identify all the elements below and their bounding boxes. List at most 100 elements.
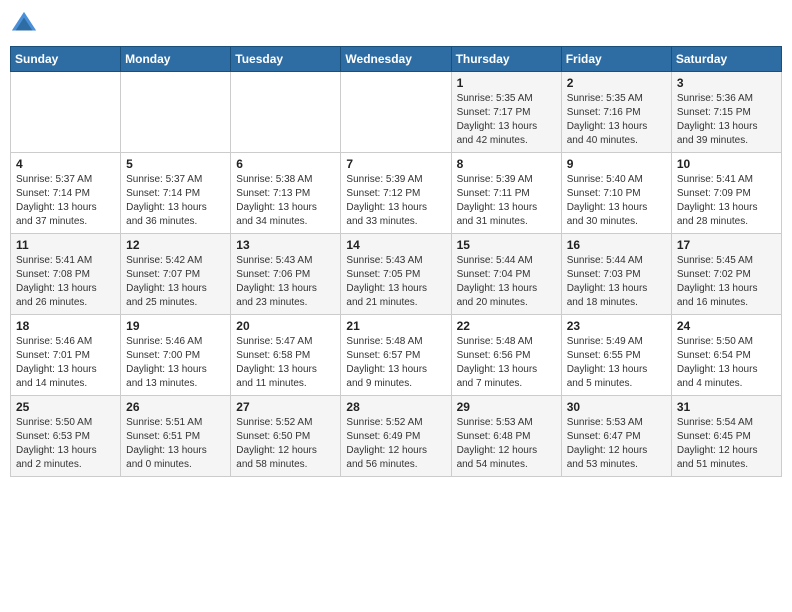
day-info: Sunrise: 5:51 AM Sunset: 6:51 PM Dayligh…: [126, 416, 225, 472]
calendar-cell: 8 Sunrise: 5:39 AM Sunset: 7:11 PM Daylig…: [451, 153, 561, 234]
day-number: 30: [567, 400, 666, 414]
day-info: Sunrise: 5:39 AM Sunset: 7:11 PM Dayligh…: [457, 173, 556, 229]
day-info: Sunrise: 5:37 AM Sunset: 7:14 PM Dayligh…: [126, 173, 225, 229]
day-info: Sunrise: 5:40 AM Sunset: 7:10 PM Dayligh…: [567, 173, 666, 229]
weekday-header-friday: Friday: [561, 47, 671, 72]
calendar-cell: 26Sunrise: 5:51 AM Sunset: 6:51 PM Dayli…: [121, 396, 231, 477]
day-number: 12: [126, 238, 225, 252]
day-info: Sunrise: 5:43 AM Sunset: 7:05 PM Dayligh…: [346, 254, 445, 310]
day-info: Sunrise: 5:41 AM Sunset: 7:09 PM Dayligh…: [677, 173, 776, 229]
calendar-body: 1 Sunrise: 5:35 AM Sunset: 7:17 PM Daylig…: [11, 72, 782, 477]
day-info: Sunrise: 5:49 AM Sunset: 6:55 PM Dayligh…: [567, 335, 666, 391]
calendar-cell: 31 Sunrise: 5:54 AM Sunset: 6:45 PM Dayli…: [671, 396, 781, 477]
day-number: 28: [346, 400, 445, 414]
day-info: Sunrise: 5:48 AM Sunset: 6:57 PM Dayligh…: [346, 335, 445, 391]
calendar-cell: 30 Sunrise: 5:53 AM Sunset: 6:47 PM Dayli…: [561, 396, 671, 477]
day-info: Sunrise: 5:46 AM Sunset: 7:01 PM Dayligh…: [16, 335, 115, 391]
calendar-week-row: 4 Sunrise: 5:37 AM Sunset: 7:14 PM Daylig…: [11, 153, 782, 234]
calendar-cell: 22Sunrise: 5:48 AM Sunset: 6:56 PM Dayli…: [451, 315, 561, 396]
calendar-cell: 23 Sunrise: 5:49 AM Sunset: 6:55 PM Dayli…: [561, 315, 671, 396]
calendar-cell: 15Sunrise: 5:44 AM Sunset: 7:04 PM Dayli…: [451, 234, 561, 315]
day-number: 11: [16, 238, 115, 252]
day-info: Sunrise: 5:47 AM Sunset: 6:58 PM Dayligh…: [236, 335, 335, 391]
day-info: Sunrise: 5:44 AM Sunset: 7:03 PM Dayligh…: [567, 254, 666, 310]
logo: [10, 10, 42, 38]
day-number: 25: [16, 400, 115, 414]
weekday-header-monday: Monday: [121, 47, 231, 72]
calendar-cell: 24Sunrise: 5:50 AM Sunset: 6:54 PM Dayli…: [671, 315, 781, 396]
calendar-cell: 21 Sunrise: 5:48 AM Sunset: 6:57 PM Dayli…: [341, 315, 451, 396]
day-number: 5: [126, 157, 225, 171]
calendar-cell: 6Sunrise: 5:38 AM Sunset: 7:13 PM Daylig…: [231, 153, 341, 234]
day-number: 13: [236, 238, 335, 252]
day-number: 4: [16, 157, 115, 171]
weekday-header-row: SundayMondayTuesdayWednesdayThursdayFrid…: [11, 47, 782, 72]
calendar-cell: [341, 72, 451, 153]
day-number: 10: [677, 157, 776, 171]
weekday-header-thursday: Thursday: [451, 47, 561, 72]
day-number: 31: [677, 400, 776, 414]
calendar-cell: 16 Sunrise: 5:44 AM Sunset: 7:03 PM Dayli…: [561, 234, 671, 315]
day-info: Sunrise: 5:52 AM Sunset: 6:50 PM Dayligh…: [236, 416, 335, 472]
day-info: Sunrise: 5:42 AM Sunset: 7:07 PM Dayligh…: [126, 254, 225, 310]
day-number: 18: [16, 319, 115, 333]
day-info: Sunrise: 5:38 AM Sunset: 7:13 PM Dayligh…: [236, 173, 335, 229]
calendar-header: SundayMondayTuesdayWednesdayThursdayFrid…: [11, 47, 782, 72]
day-number: 14: [346, 238, 445, 252]
calendar-cell: 1 Sunrise: 5:35 AM Sunset: 7:17 PM Daylig…: [451, 72, 561, 153]
day-number: 23: [567, 319, 666, 333]
calendar-cell: 7Sunrise: 5:39 AM Sunset: 7:12 PM Daylig…: [341, 153, 451, 234]
day-number: 1: [457, 76, 556, 90]
day-number: 27: [236, 400, 335, 414]
day-number: 20: [236, 319, 335, 333]
calendar-cell: 17 Sunrise: 5:45 AM Sunset: 7:02 PM Dayli…: [671, 234, 781, 315]
weekday-header-wednesday: Wednesday: [341, 47, 451, 72]
day-info: Sunrise: 5:50 AM Sunset: 6:53 PM Dayligh…: [16, 416, 115, 472]
calendar-cell: 3Sunrise: 5:36 AM Sunset: 7:15 PM Daylig…: [671, 72, 781, 153]
day-number: 17: [677, 238, 776, 252]
day-number: 24: [677, 319, 776, 333]
calendar-week-row: 11 Sunrise: 5:41 AM Sunset: 7:08 PM Dayli…: [11, 234, 782, 315]
calendar-cell: 12 Sunrise: 5:42 AM Sunset: 7:07 PM Dayli…: [121, 234, 231, 315]
day-info: Sunrise: 5:54 AM Sunset: 6:45 PM Dayligh…: [677, 416, 776, 472]
calendar-cell: [11, 72, 121, 153]
day-number: 16: [567, 238, 666, 252]
calendar-cell: 18 Sunrise: 5:46 AM Sunset: 7:01 PM Dayli…: [11, 315, 121, 396]
weekday-header-sunday: Sunday: [11, 47, 121, 72]
day-info: Sunrise: 5:46 AM Sunset: 7:00 PM Dayligh…: [126, 335, 225, 391]
calendar-cell: 20 Sunrise: 5:47 AM Sunset: 6:58 PM Dayli…: [231, 315, 341, 396]
day-info: Sunrise: 5:43 AM Sunset: 7:06 PM Dayligh…: [236, 254, 335, 310]
calendar-cell: 19 Sunrise: 5:46 AM Sunset: 7:00 PM Dayli…: [121, 315, 231, 396]
day-number: 2: [567, 76, 666, 90]
calendar-cell: 14 Sunrise: 5:43 AM Sunset: 7:05 PM Dayli…: [341, 234, 451, 315]
day-info: Sunrise: 5:35 AM Sunset: 7:17 PM Dayligh…: [457, 92, 556, 148]
weekday-header-saturday: Saturday: [671, 47, 781, 72]
day-info: Sunrise: 5:35 AM Sunset: 7:16 PM Dayligh…: [567, 92, 666, 148]
calendar-cell: [231, 72, 341, 153]
day-info: Sunrise: 5:53 AM Sunset: 6:48 PM Dayligh…: [457, 416, 556, 472]
day-info: Sunrise: 5:52 AM Sunset: 6:49 PM Dayligh…: [346, 416, 445, 472]
day-number: 9: [567, 157, 666, 171]
weekday-header-tuesday: Tuesday: [231, 47, 341, 72]
calendar-week-row: 25 Sunrise: 5:50 AM Sunset: 6:53 PM Dayli…: [11, 396, 782, 477]
day-number: 19: [126, 319, 225, 333]
calendar-cell: 4Sunrise: 5:37 AM Sunset: 7:14 PM Daylig…: [11, 153, 121, 234]
day-number: 21: [346, 319, 445, 333]
calendar-week-row: 1 Sunrise: 5:35 AM Sunset: 7:17 PM Daylig…: [11, 72, 782, 153]
calendar-cell: 13 Sunrise: 5:43 AM Sunset: 7:06 PM Dayli…: [231, 234, 341, 315]
day-info: Sunrise: 5:41 AM Sunset: 7:08 PM Dayligh…: [16, 254, 115, 310]
day-number: 8: [457, 157, 556, 171]
calendar-cell: 10 Sunrise: 5:41 AM Sunset: 7:09 PM Dayli…: [671, 153, 781, 234]
calendar-cell: 9 Sunrise: 5:40 AM Sunset: 7:10 PM Daylig…: [561, 153, 671, 234]
logo-icon: [10, 10, 38, 38]
day-number: 3: [677, 76, 776, 90]
calendar-week-row: 18 Sunrise: 5:46 AM Sunset: 7:01 PM Dayli…: [11, 315, 782, 396]
day-info: Sunrise: 5:45 AM Sunset: 7:02 PM Dayligh…: [677, 254, 776, 310]
page-header: [10, 10, 782, 38]
calendar-cell: [121, 72, 231, 153]
calendar-cell: 5 Sunrise: 5:37 AM Sunset: 7:14 PM Daylig…: [121, 153, 231, 234]
calendar-cell: 25 Sunrise: 5:50 AM Sunset: 6:53 PM Dayli…: [11, 396, 121, 477]
calendar-cell: 2 Sunrise: 5:35 AM Sunset: 7:16 PM Daylig…: [561, 72, 671, 153]
day-number: 15: [457, 238, 556, 252]
day-info: Sunrise: 5:53 AM Sunset: 6:47 PM Dayligh…: [567, 416, 666, 472]
